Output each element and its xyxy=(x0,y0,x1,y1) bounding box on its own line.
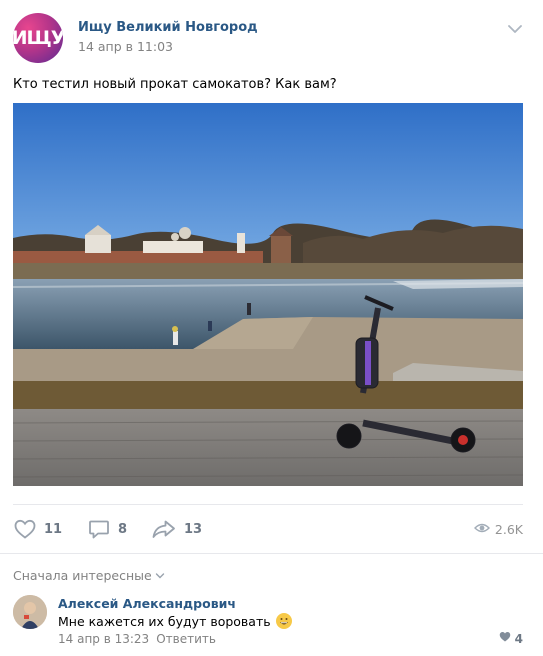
comment-date[interactable]: 14 апр в 13:23 xyxy=(58,632,149,646)
chevron-down-icon xyxy=(152,568,165,583)
group-name-link[interactable]: Ищу Великий Новгород xyxy=(78,20,258,35)
grinning-face-icon xyxy=(275,613,292,629)
comments-sort-label: Сначала интересные xyxy=(13,568,152,583)
post-date[interactable]: 14 апр в 11:03 xyxy=(78,39,173,54)
comments-sort-dropdown[interactable]: Сначала интересные xyxy=(13,568,165,583)
divider xyxy=(0,553,543,554)
share-count: 13 xyxy=(184,521,203,537)
comment-author-avatar[interactable] xyxy=(13,595,47,629)
like-count: 11 xyxy=(44,521,63,537)
heart-icon xyxy=(13,517,37,541)
group-avatar[interactable]: ИЩУ xyxy=(13,13,63,63)
post-text: Кто тестил новый прокат самокатов? Как в… xyxy=(13,77,337,92)
like-button[interactable]: 11 xyxy=(13,515,62,543)
heart-icon xyxy=(499,631,511,646)
reply-button[interactable]: Ответить xyxy=(156,632,216,646)
chevron-down-icon[interactable] xyxy=(507,23,523,35)
comment-text-body: Мне кажется их будут воровать xyxy=(58,613,271,629)
comment-icon xyxy=(87,517,111,541)
comment-count: 8 xyxy=(118,521,128,537)
views-count: 2.6K xyxy=(494,521,523,537)
comment-like-count: 4 xyxy=(514,631,523,646)
comment-button[interactable]: 8 xyxy=(87,515,127,543)
comment-like-button[interactable]: 4 xyxy=(499,631,523,646)
post-actions: 11 8 13 2.6K xyxy=(13,515,523,543)
comment-author-name[interactable]: Алексей Александрович xyxy=(58,596,236,611)
share-arrow-icon xyxy=(151,517,177,541)
share-button[interactable]: 13 xyxy=(151,515,202,543)
comment-text: Мне кажется их будут воровать xyxy=(58,613,292,629)
views-counter: 2.6K xyxy=(473,515,523,543)
post-photo[interactable] xyxy=(13,103,523,486)
eye-icon xyxy=(473,522,490,537)
comment-meta: 14 апр в 13:23 Ответить xyxy=(58,632,216,646)
divider xyxy=(13,504,523,505)
post-header: ИЩУ Ищу Великий Новгород 14 апр в 11:03 xyxy=(13,13,530,63)
wall-post: ИЩУ Ищу Великий Новгород 14 апр в 11:03 … xyxy=(0,0,543,656)
group-avatar-label: ИЩУ xyxy=(13,27,63,49)
